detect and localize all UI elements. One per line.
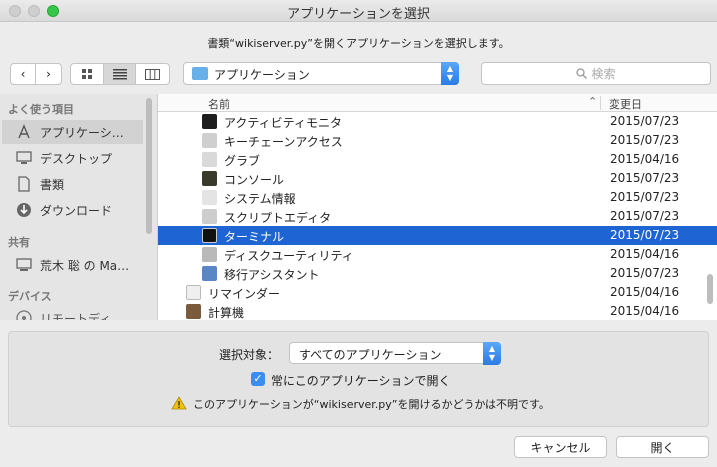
sidebar-item-label: アプリケーシ… — [40, 125, 124, 140]
sidebar-scrollbar[interactable] — [146, 98, 152, 234]
remote-disc-icon — [16, 310, 32, 320]
system-information-icon — [202, 190, 217, 205]
view-mode-control — [70, 63, 170, 85]
column-date-header[interactable]: 変更日 — [609, 96, 642, 112]
sidebar-item-desktop[interactable]: デスクトップ — [2, 146, 143, 170]
list-item[interactable]: グラブ 2015/04/16 — [158, 150, 717, 169]
cancel-button[interactable]: キャンセル — [514, 436, 607, 458]
warning-icon — [171, 396, 187, 410]
sidebar-item-documents[interactable]: 書類 — [2, 172, 143, 196]
sidebar-item-computer[interactable]: 荒木 聡 の Ma… — [2, 253, 143, 277]
enable-popup[interactable]: すべてのアプリケーション ▲ ▼ — [289, 342, 501, 365]
window-title: アプリケーションを選択 — [287, 7, 430, 22]
list-item[interactable]: アクティビティモニタ 2015/07/23 — [158, 112, 717, 131]
location-label: アプリケーション — [214, 68, 310, 82]
icon-view-button[interactable] — [71, 64, 104, 84]
folder-icon — [192, 67, 208, 80]
search-placeholder: 検索 — [591, 67, 616, 81]
sidebar-item-label: 書類 — [40, 177, 65, 192]
sidebar-item-label: リモートディ… — [40, 311, 124, 321]
activity-monitor-icon — [202, 114, 217, 129]
file-list-scrollbar[interactable] — [707, 274, 713, 304]
keychain-access-icon — [202, 133, 217, 148]
back-forward-control: ‹ › — [10, 63, 62, 85]
migration-assistant-icon — [202, 266, 217, 281]
sidebar: よく使う項目 アプリケーシ… デスクトップ 書類 ダウンロード 共有 荒木 聡 … — [0, 94, 158, 320]
calculator-icon — [186, 304, 201, 319]
options-panel: 選択対象： すべてのアプリケーション ▲ ▼ ✓ 常にこのアプリケーションで開く … — [8, 331, 709, 427]
sidebar-section-devices: デバイス — [8, 290, 52, 303]
sidebar-section-shared: 共有 — [8, 236, 30, 249]
always-open-checkbox[interactable]: ✓ — [251, 372, 265, 386]
grab-icon — [202, 152, 217, 167]
chevron-right-icon: › — [46, 67, 51, 81]
sidebar-item-remote-disc[interactable]: リモートディ… — [2, 306, 143, 320]
open-button[interactable]: 開く — [616, 436, 709, 458]
list-item[interactable]: 移行アシスタント 2015/07/23 — [158, 264, 717, 283]
search-icon — [576, 68, 588, 79]
terminal-icon — [202, 228, 217, 243]
sidebar-item-applications[interactable]: アプリケーシ… — [2, 120, 143, 144]
popup-stepper-icon: ▲ ▼ — [483, 342, 501, 365]
location-popup[interactable]: アプリケーション ▲ ▼ — [183, 62, 459, 85]
list-item[interactable]: ディスクユーティリティ 2015/04/16 — [158, 245, 717, 264]
sort-ascending-icon: ⌃ — [588, 95, 598, 108]
list-item[interactable]: システム情報 2015/07/23 — [158, 188, 717, 207]
list-item[interactable]: コンソール 2015/07/23 — [158, 169, 717, 188]
list-item[interactable]: スクリプトエディタ 2015/07/23 — [158, 207, 717, 226]
sidebar-item-label: ダウンロード — [40, 203, 113, 218]
computer-icon — [16, 257, 32, 273]
list-item[interactable]: キーチェーンアクセス 2015/07/23 — [158, 131, 717, 150]
warning-text: このアプリケーションが“wikiserver.py”を開けるかどうかは不明です。 — [193, 398, 550, 411]
column-view-icon — [145, 68, 160, 80]
sidebar-section-favorites: よく使う項目 — [8, 103, 74, 116]
file-list: 名前 ⌃ 変更日 アクティビティモニタ 2015/07/23 キーチェーンアクセ… — [158, 94, 717, 320]
search-field[interactable]: 検索 — [481, 62, 711, 85]
always-open-label: 常にこのアプリケーションで開く — [271, 374, 451, 388]
dialog-prompt: 書類“wikiserver.py”を開くアプリケーションを選択します。 — [207, 37, 510, 50]
list-view-icon — [112, 68, 127, 79]
documents-icon — [16, 176, 32, 192]
list-item[interactable]: 計算機 2015/04/16 — [158, 302, 717, 320]
sidebar-item-downloads[interactable]: ダウンロード — [2, 198, 143, 222]
sidebar-item-label: 荒木 聡 の Ma… — [40, 258, 130, 273]
desktop-icon — [16, 150, 32, 166]
column-header: 名前 ⌃ 変更日 — [158, 94, 717, 112]
chevron-left-icon: ‹ — [20, 67, 26, 81]
disk-utility-icon — [202, 247, 217, 262]
list-item-selected[interactable]: ターミナル 2015/07/23 — [158, 226, 717, 245]
column-view-button[interactable] — [136, 64, 169, 84]
title-bar: アプリケーションを選択 — [0, 0, 717, 22]
back-button[interactable]: ‹ — [11, 64, 36, 84]
reminders-icon — [186, 285, 201, 300]
applications-icon — [16, 124, 32, 140]
console-icon — [202, 171, 217, 186]
list-view-button[interactable] — [104, 64, 136, 84]
enable-label: 選択対象： — [219, 348, 280, 362]
column-divider[interactable] — [600, 96, 601, 110]
sidebar-item-label: デスクトップ — [40, 151, 113, 166]
enable-value: すべてのアプリケーション — [299, 348, 442, 362]
downloads-icon — [16, 202, 32, 218]
icon-view-icon — [82, 69, 92, 79]
column-name-header[interactable]: 名前 — [208, 96, 230, 112]
forward-button[interactable]: › — [36, 64, 61, 84]
list-item[interactable]: リマインダー 2015/04/16 — [158, 283, 717, 302]
script-editor-icon — [202, 209, 217, 224]
popup-stepper-icon: ▲ ▼ — [441, 62, 459, 85]
